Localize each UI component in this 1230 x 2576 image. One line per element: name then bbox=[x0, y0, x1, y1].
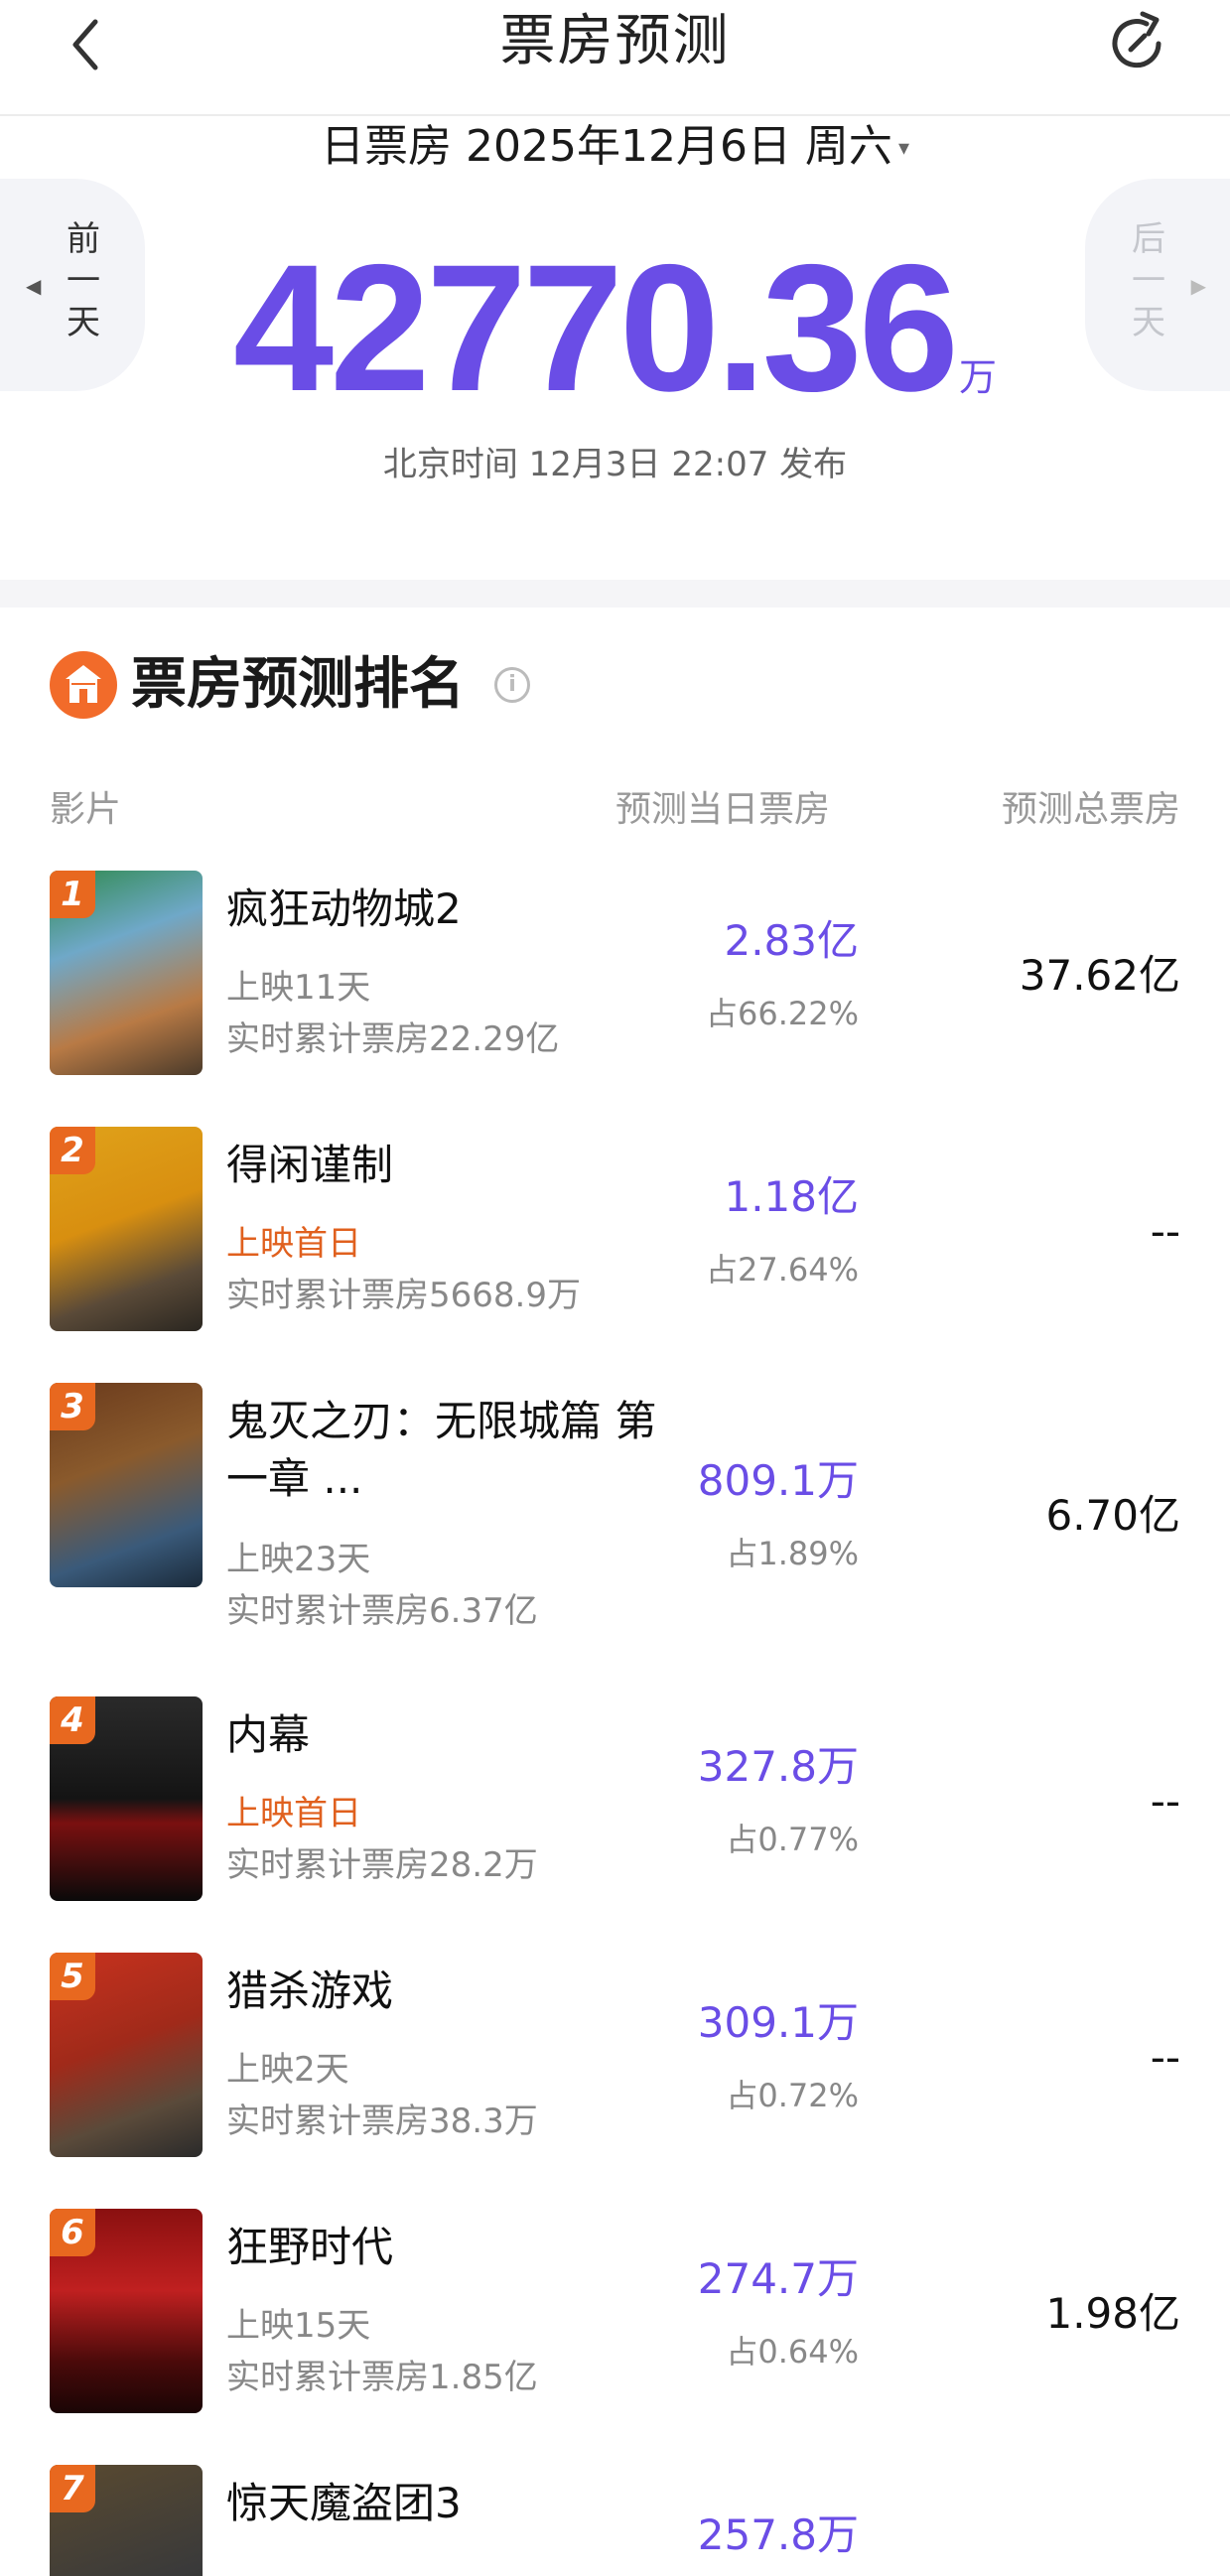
ticket-building-icon bbox=[50, 651, 117, 719]
caret-down-icon: ▾ bbox=[897, 136, 909, 161]
total-box-office: 42770.36 万 bbox=[0, 228, 1230, 427]
day-share: 占0.64% bbox=[726, 2333, 859, 2371]
film-row[interactable]: 4 内幕 上映首日 实时累计票房28.2万 327.8万 占0.77% -- bbox=[0, 1696, 1230, 1953]
film-status: 上映2天 bbox=[226, 2050, 349, 2090]
film-status: 上映23天 bbox=[226, 1540, 371, 1579]
day-box-value: 1.18亿 bbox=[724, 1172, 859, 1221]
day-share: 占66.22% bbox=[705, 995, 859, 1032]
film-status: 上映首日 bbox=[226, 1794, 361, 1833]
rank-badge: 4 bbox=[50, 1696, 95, 1744]
date-selector[interactable]: 日票房 2025年12月6日 周六 ▾ bbox=[0, 117, 1230, 177]
refresh-button[interactable] bbox=[1099, 6, 1174, 81]
film-name: 惊天魔盗团3 bbox=[226, 2479, 462, 2527]
day-share: 占27.64% bbox=[705, 1251, 859, 1288]
total-box-value: 37.62亿 bbox=[1019, 951, 1180, 1000]
column-header-day-box: 预测当日票房 bbox=[615, 789, 831, 830]
film-poster: 1 bbox=[50, 871, 203, 1075]
film-row[interactable]: 2 得闲谨制 上映首日 实时累计票房5668.9万 1.18亿 占27.64% … bbox=[0, 1127, 1230, 1383]
film-poster: 7 bbox=[50, 2465, 203, 2576]
total-box-value: -- bbox=[1150, 1207, 1180, 1256]
film-cumulative: 实时累计票房28.2万 bbox=[226, 1845, 538, 1885]
rank-badge: 7 bbox=[50, 2465, 95, 2512]
film-name: 内幕 bbox=[226, 1710, 311, 1759]
film-name: 鬼灭之刃：无限城篇 第一章 ... bbox=[226, 1397, 657, 1503]
film-cumulative: 实时累计票房6.37亿 bbox=[226, 1591, 538, 1631]
film-cumulative: 实时累计票房5668.9万 bbox=[226, 1276, 581, 1315]
top-bar: 票房预测 bbox=[0, 0, 1230, 116]
publish-time: 北京时间 12月3日 22:07 发布 bbox=[382, 445, 848, 484]
rank-badge: 6 bbox=[50, 2209, 95, 2256]
film-status: 上映15天 bbox=[226, 2306, 371, 2346]
film-name: 猎杀游戏 bbox=[226, 1966, 394, 2015]
column-header-film: 影片 bbox=[50, 789, 122, 830]
total-value: 42770.36 bbox=[232, 226, 959, 429]
film-poster: 4 bbox=[50, 1696, 203, 1901]
film-status: 上映11天 bbox=[226, 968, 371, 1008]
section-divider bbox=[0, 580, 1230, 608]
info-icon[interactable]: i bbox=[494, 667, 530, 703]
film-poster: 2 bbox=[50, 1127, 203, 1331]
film-poster: 6 bbox=[50, 2209, 203, 2413]
film-cumulative: 实时累计票房22.29亿 bbox=[226, 1019, 560, 1059]
day-share: 占1.89% bbox=[726, 1535, 859, 1572]
rank-badge: 2 bbox=[50, 1127, 95, 1174]
day-share: 占0.77% bbox=[726, 1821, 859, 1858]
film-cumulative: 实时累计票房38.3万 bbox=[226, 2101, 538, 2141]
day-box-value: 2.83亿 bbox=[724, 916, 859, 965]
film-row[interactable]: 3 鬼灭之刃：无限城篇 第一章 ... 上映23天 实时累计票房6.37亿 80… bbox=[0, 1383, 1230, 1696]
film-row[interactable]: 6 狂野时代 上映15天 实时累计票房1.85亿 274.7万 占0.64% 1… bbox=[0, 2209, 1230, 2465]
film-name: 疯狂动物城2 bbox=[226, 884, 462, 933]
film-name: 得闲谨制 bbox=[226, 1141, 394, 1189]
day-box-value: 327.8万 bbox=[697, 1742, 859, 1791]
film-row[interactable]: 7 惊天魔盗团3 257.8万 bbox=[0, 2465, 1230, 2576]
section-title: 票房预测排名 bbox=[131, 652, 465, 717]
total-box-value: -- bbox=[1150, 2033, 1180, 2082]
film-row[interactable]: 5 猎杀游戏 上映2天 实时累计票房38.3万 309.1万 占0.72% -- bbox=[0, 1953, 1230, 2209]
day-box-value: 809.1万 bbox=[697, 1456, 859, 1505]
rank-badge: 3 bbox=[50, 1383, 95, 1430]
rank-badge: 5 bbox=[50, 1953, 95, 2000]
total-unit: 万 bbox=[959, 355, 998, 399]
film-poster: 5 bbox=[50, 1953, 203, 2157]
rank-badge: 1 bbox=[50, 871, 95, 918]
day-box-value: 309.1万 bbox=[697, 1998, 859, 2047]
day-box-value: 257.8万 bbox=[697, 2510, 859, 2559]
film-cumulative: 实时累计票房1.85亿 bbox=[226, 2358, 538, 2397]
film-status: 上映首日 bbox=[226, 1224, 361, 1264]
column-header-total-box: 预测总票房 bbox=[1001, 789, 1180, 830]
film-poster: 3 bbox=[50, 1383, 203, 1587]
page-title: 票房预测 bbox=[499, 9, 731, 73]
total-box-value: 1.98亿 bbox=[1045, 2289, 1180, 2338]
film-name: 狂野时代 bbox=[226, 2223, 394, 2271]
total-box-value: 6.70亿 bbox=[1045, 1491, 1180, 1540]
film-row[interactable]: 1 疯狂动物城2 上映11天 实时累计票房22.29亿 2.83亿 占66.22… bbox=[0, 871, 1230, 1127]
day-box-value: 274.7万 bbox=[697, 2254, 859, 2303]
day-share: 占0.72% bbox=[726, 2077, 859, 2114]
refresh-icon bbox=[1112, 11, 1162, 68]
date-label: 日票房 2025年12月6日 周六 bbox=[321, 121, 892, 172]
total-box-value: -- bbox=[1150, 1777, 1180, 1826]
